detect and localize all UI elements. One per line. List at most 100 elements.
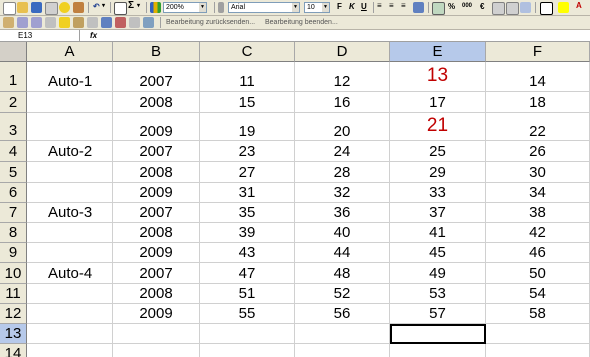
row-header-9[interactable]: 9 (0, 243, 27, 263)
cell-a8[interactable] (27, 223, 113, 243)
cell-b5[interactable]: 2008 (113, 162, 200, 183)
cell-b3[interactable]: 2009 (113, 113, 200, 141)
review-icon-10[interactable] (129, 17, 140, 28)
cell-b1[interactable]: 2007 (113, 62, 200, 92)
row-header-8[interactable]: 8 (0, 223, 27, 243)
cell-b13[interactable] (113, 324, 200, 344)
cell-e3[interactable]: 21 (390, 113, 486, 141)
cell-a1[interactable]: Auto-1 (27, 62, 113, 92)
cell-e12[interactable]: 57 (390, 304, 486, 324)
row-header-5[interactable]: 5 (0, 162, 27, 183)
cell-e6[interactable]: 33 (390, 183, 486, 203)
cell-c11[interactable]: 51 (200, 284, 295, 304)
cell-b6[interactable]: 2009 (113, 183, 200, 203)
cell-e10[interactable]: 49 (390, 263, 486, 284)
borders-icon[interactable] (540, 2, 553, 15)
cell-f6[interactable]: 34 (486, 183, 590, 203)
column-header-a[interactable]: A (27, 42, 113, 62)
cell-c4[interactable]: 23 (200, 141, 295, 162)
cell-d11[interactable]: 52 (295, 284, 390, 304)
autosum-dropdown-icon[interactable]: ▾ (137, 1, 140, 12)
cell-e5[interactable]: 29 (390, 162, 486, 183)
cell-a5[interactable] (27, 162, 113, 183)
euro-button[interactable]: € (480, 1, 484, 12)
review-icon-8[interactable] (101, 17, 112, 28)
zoom-select[interactable]: 200% ▼ (163, 2, 207, 13)
row-header-2[interactable]: 2 (0, 92, 27, 113)
cell-c6[interactable]: 31 (200, 183, 295, 203)
decrease-decimal-icon[interactable] (506, 2, 519, 15)
cell-e1[interactable]: 13 (390, 62, 486, 92)
insert-hyperlink-icon[interactable] (114, 2, 127, 15)
row-header-11[interactable]: 11 (0, 284, 27, 304)
row-header-3[interactable]: 3 (0, 113, 27, 141)
cell-a14[interactable] (27, 344, 113, 357)
cell-e11[interactable]: 53 (390, 284, 486, 304)
cell-b10[interactable]: 2007 (113, 263, 200, 284)
cell-b11[interactable]: 2008 (113, 284, 200, 304)
formula-input[interactable] (104, 30, 590, 41)
fx-icon[interactable]: fx (90, 30, 97, 41)
cell-e9[interactable]: 45 (390, 243, 486, 263)
cell-c3[interactable]: 19 (200, 113, 295, 141)
row-header-10[interactable]: 10 (0, 263, 27, 284)
cell-c1[interactable]: 11 (200, 62, 295, 92)
cell-f14[interactable] (486, 344, 590, 357)
review-icon-9[interactable] (115, 17, 126, 28)
review-icon-7[interactable] (87, 17, 98, 28)
cell-c8[interactable]: 39 (200, 223, 295, 243)
cell-f4[interactable]: 26 (486, 141, 590, 162)
cell-e4[interactable]: 25 (390, 141, 486, 162)
cell-e2[interactable]: 17 (390, 92, 486, 113)
underline-button[interactable]: U (361, 1, 367, 12)
cell-f1[interactable]: 14 (486, 62, 590, 92)
end-review-button[interactable]: Bearbeitung beenden... (265, 18, 338, 28)
undo-dropdown-icon[interactable]: ▾ (102, 1, 105, 12)
cell-f12[interactable]: 58 (486, 304, 590, 324)
cell-b12[interactable]: 2009 (113, 304, 200, 324)
cell-a11[interactable] (27, 284, 113, 304)
review-icon-4[interactable] (45, 17, 56, 28)
row-header-6[interactable]: 6 (0, 183, 27, 203)
column-header-c[interactable]: C (200, 42, 295, 62)
cell-e8[interactable]: 41 (390, 223, 486, 243)
review-icon-11[interactable] (143, 17, 154, 28)
cell-f2[interactable]: 18 (486, 92, 590, 113)
save-icon[interactable] (31, 2, 42, 13)
cell-d6[interactable]: 32 (295, 183, 390, 203)
cell-b7[interactable]: 2007 (113, 203, 200, 223)
cell-c7[interactable]: 35 (200, 203, 295, 223)
cell-c5[interactable]: 27 (200, 162, 295, 183)
cell-e13[interactable] (390, 324, 486, 344)
align-right-icon[interactable]: ≡ (401, 0, 406, 11)
cell-f8[interactable]: 42 (486, 223, 590, 243)
cell-f7[interactable]: 38 (486, 203, 590, 223)
cell-b9[interactable]: 2009 (113, 243, 200, 263)
review-icon-6[interactable] (73, 17, 84, 28)
print-icon[interactable] (45, 2, 58, 15)
cell-f5[interactable]: 30 (486, 162, 590, 183)
chart-wizard-icon[interactable] (150, 2, 161, 13)
cell-f11[interactable]: 54 (486, 284, 590, 304)
row-header-7[interactable]: 7 (0, 203, 27, 223)
row-header-13[interactable]: 13 (0, 324, 27, 344)
toolbar-options-icon[interactable] (218, 2, 224, 13)
cell-c13[interactable] (200, 324, 295, 344)
row-header-14[interactable]: 14 (0, 344, 27, 357)
cell-b4[interactable]: 2007 (113, 141, 200, 162)
cell-d3[interactable]: 20 (295, 113, 390, 141)
column-header-f[interactable]: F (486, 42, 590, 62)
cell-a2[interactable] (27, 92, 113, 113)
merge-center-icon[interactable] (413, 2, 424, 13)
review-icon-3[interactable] (31, 17, 42, 28)
cell-a7[interactable]: Auto-3 (27, 203, 113, 223)
cell-d5[interactable]: 28 (295, 162, 390, 183)
font-color-icon[interactable]: A (576, 0, 582, 11)
cell-e14[interactable] (390, 344, 486, 357)
autosum-icon[interactable]: Σ (128, 0, 134, 11)
cell-a6[interactable] (27, 183, 113, 203)
row-header-1[interactable]: 1 (0, 62, 27, 92)
cell-d1[interactable]: 12 (295, 62, 390, 92)
fill-color-icon[interactable] (558, 2, 569, 13)
percent-button[interactable]: % (448, 1, 455, 12)
